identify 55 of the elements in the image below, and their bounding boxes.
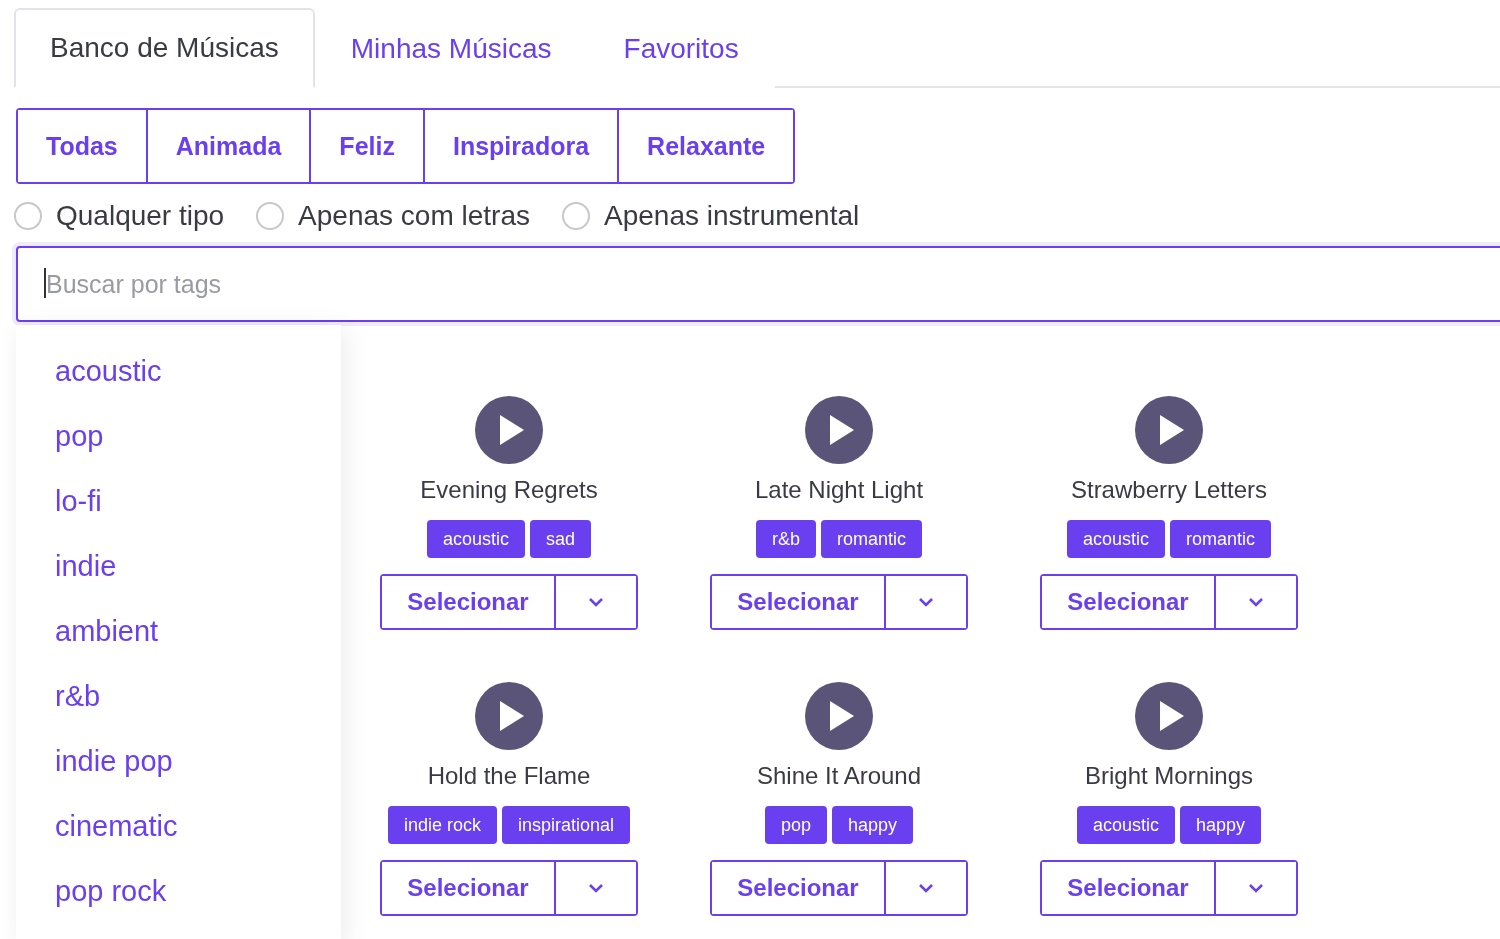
tag-suggestion[interactable]: cinematic xyxy=(16,794,341,859)
play-icon xyxy=(500,701,524,731)
select-button[interactable]: Selecionar xyxy=(382,576,556,628)
chevron-down-icon xyxy=(588,597,604,607)
radio-button[interactable] xyxy=(14,202,42,230)
tag-suggestion[interactable]: r&b xyxy=(16,664,341,729)
tag-chip: r&b xyxy=(755,520,816,558)
radio-label: Apenas instrumental xyxy=(604,200,860,232)
tag-chip: happy xyxy=(832,806,914,844)
chevron-down-icon xyxy=(1248,883,1264,893)
tag-suggestion[interactable]: lo-fi xyxy=(16,469,341,534)
radio-label: Qualquer tipo xyxy=(56,200,225,232)
radio-button[interactable] xyxy=(256,202,285,230)
play-icon xyxy=(830,415,854,445)
tag-chip: acoustic xyxy=(426,520,525,558)
tag-suggestion[interactable]: pop xyxy=(16,404,341,469)
select-button[interactable]: Selecionar xyxy=(712,576,886,628)
tab[interactable]: Banco de Músicas xyxy=(14,8,315,88)
chevron-down-icon xyxy=(918,883,934,893)
chevron-down-icon xyxy=(918,597,934,607)
tag-suggestion[interactable]: acoustic xyxy=(16,339,341,404)
song-title: Late Night Light xyxy=(754,476,924,504)
tag-chip: pop xyxy=(764,806,827,844)
radio-button[interactable] xyxy=(562,202,590,230)
select-button[interactable]: Selecionar xyxy=(1042,576,1216,628)
play-icon xyxy=(830,701,854,731)
song-title: Evening Regrets xyxy=(420,476,598,504)
tag-chip: inspirational xyxy=(502,806,631,844)
select-button[interactable]: Selecionar xyxy=(712,862,886,914)
song-title: Hold the Flame xyxy=(427,762,591,790)
chevron-down-icon xyxy=(588,883,604,893)
select-button[interactable]: Selecionar xyxy=(382,862,556,914)
play-icon xyxy=(500,415,524,445)
tag-chip: acoustic xyxy=(1076,806,1175,844)
tag-chip: acoustic xyxy=(1066,520,1165,558)
play-icon xyxy=(1160,701,1184,731)
tag-suggestion[interactable]: ambient xyxy=(16,599,341,664)
tag-suggestion[interactable]: pop rock xyxy=(16,859,341,924)
tag-chip: happy xyxy=(1180,806,1262,844)
tag-chip: indie rock xyxy=(387,806,497,844)
tag-chip: romantic xyxy=(821,520,922,558)
play-icon xyxy=(1160,415,1184,445)
tag-suggestion[interactable]: indie pop xyxy=(16,729,341,794)
song-title: Strawberry Letters xyxy=(1070,476,1268,504)
chevron-down-icon xyxy=(1248,597,1264,607)
tag-suggestion[interactable]: indie xyxy=(16,534,341,599)
search-field[interactable]: Buscar por tags xyxy=(16,246,1500,322)
mood-filter-button[interactable]: Relaxante xyxy=(617,110,794,182)
song-title: Bright Mornings xyxy=(1084,762,1254,790)
tag-chip: sad xyxy=(530,520,592,558)
text-cursor xyxy=(44,268,46,298)
tag-chip: romantic xyxy=(1170,520,1272,558)
song-title: Shine It Around xyxy=(756,762,922,790)
radio-label: Apenas com letras xyxy=(298,200,530,232)
select-button[interactable]: Selecionar xyxy=(1042,862,1216,914)
